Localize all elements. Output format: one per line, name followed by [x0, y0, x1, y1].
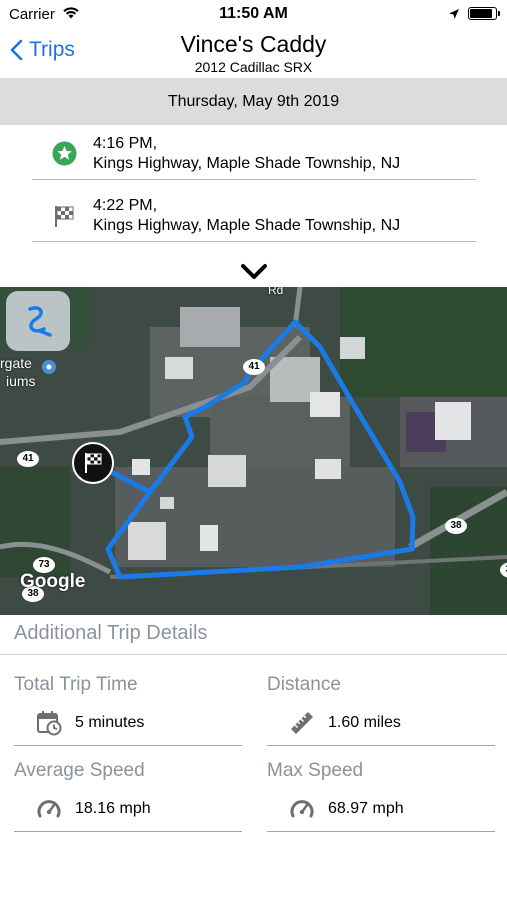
- section-title: Additional Trip Details: [14, 622, 208, 644]
- map-place-label: iums: [6, 373, 36, 389]
- divider: [0, 654, 507, 655]
- calendar-clock-icon: [36, 710, 62, 741]
- detail-value: 18.16 mph: [75, 800, 151, 817]
- detail-label: Average Speed: [14, 760, 145, 781]
- trip-start-row: 4:16 PM, Kings Highway, Maple Shade Town…: [32, 125, 476, 180]
- detail-value: 68.97 mph: [328, 800, 404, 817]
- trip-start-time: 4:16 PM,: [93, 135, 158, 152]
- detail-average-speed: Average Speed 18.16 mph: [14, 760, 242, 832]
- map-mode-button[interactable]: [6, 291, 70, 351]
- page-subtitle: 2012 Cadillac SRX: [194, 59, 313, 75]
- road-badge: 41: [17, 451, 39, 467]
- navigation-bar: Trips Vince's Caddy 2012 Cadillac SRX: [0, 28, 507, 78]
- location-arrow-icon: [448, 7, 460, 25]
- trip-end-time: 4:22 PM,: [93, 197, 158, 214]
- status-bar: Carrier 11:50 AM: [0, 0, 507, 28]
- trip-end-address: Kings Highway, Maple Shade Township, NJ: [93, 217, 401, 234]
- trip-start-address: Kings Highway, Maple Shade Township, NJ: [93, 155, 401, 172]
- trip-date: Thursday, May 9th 2019: [0, 78, 507, 125]
- road-badge: 41: [243, 359, 265, 375]
- route-squiggle-icon: [28, 306, 52, 337]
- clock: 11:50 AM: [219, 5, 288, 22]
- detail-label: Max Speed: [267, 760, 364, 781]
- battery-fill: [470, 9, 492, 18]
- detail-total-trip-time: Total Trip Time 5 minutes: [14, 674, 242, 746]
- trip-map[interactable]: rgate iums Rd 41 41 38 38 73 38 Google: [0, 287, 507, 615]
- map-place-label: rgate: [0, 355, 32, 371]
- trip-end-marker[interactable]: [72, 442, 114, 484]
- star-icon: [52, 141, 77, 171]
- page-title: Vince's Caddy: [180, 31, 327, 57]
- detail-label: Total Trip Time: [14, 674, 138, 695]
- map-attribution[interactable]: Google: [20, 571, 85, 593]
- trip-end-row: 4:22 PM, Kings Highway, Maple Shade Town…: [32, 187, 476, 242]
- detail-max-speed: Max Speed 68.97 mph: [267, 760, 495, 832]
- detail-value: 1.60 miles: [328, 714, 401, 731]
- checkered-flag-icon: [52, 203, 76, 234]
- road-badge: 38: [445, 518, 467, 534]
- detail-label: Distance: [267, 674, 341, 695]
- checkered-flag-icon: [85, 453, 102, 473]
- speedometer-icon: [36, 796, 62, 827]
- detail-value: 5 minutes: [75, 714, 145, 731]
- ruler-icon: [289, 710, 315, 741]
- battery-icon: [468, 7, 500, 20]
- detail-distance: Distance 1.60 miles: [267, 674, 495, 746]
- chevron-down-icon[interactable]: [240, 263, 268, 286]
- map-street-label: Rd: [268, 287, 284, 297]
- speedometer-icon: [289, 796, 315, 827]
